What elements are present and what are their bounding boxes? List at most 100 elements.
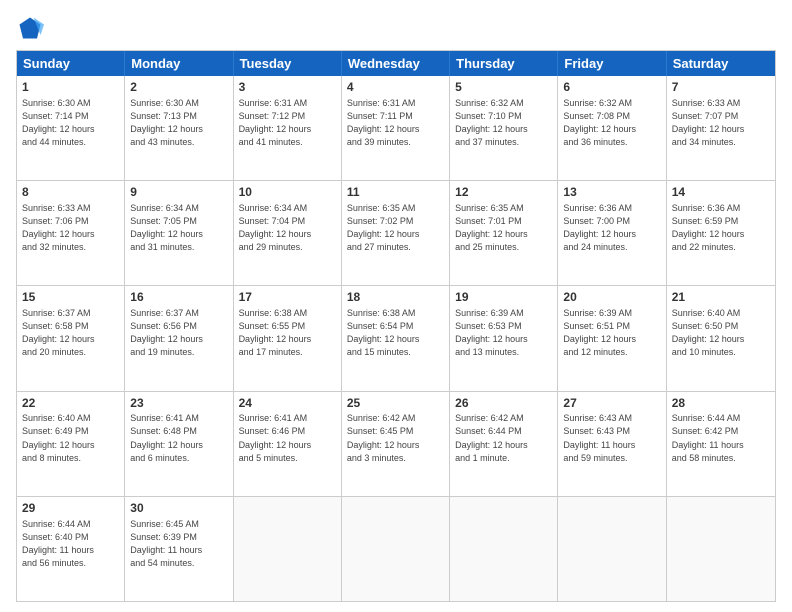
header-day-thursday: Thursday xyxy=(450,51,558,76)
day-8: 8Sunrise: 6:33 AM Sunset: 7:06 PM Daylig… xyxy=(17,181,125,285)
day-5: 5Sunrise: 6:32 AM Sunset: 7:10 PM Daylig… xyxy=(450,76,558,180)
day-number: 24 xyxy=(239,395,336,412)
day-number: 14 xyxy=(672,184,770,201)
day-26: 26Sunrise: 6:42 AM Sunset: 6:44 PM Dayli… xyxy=(450,392,558,496)
header-day-wednesday: Wednesday xyxy=(342,51,450,76)
day-info: Sunrise: 6:44 AM Sunset: 6:40 PM Dayligh… xyxy=(22,518,119,570)
day-number: 8 xyxy=(22,184,119,201)
day-number: 12 xyxy=(455,184,552,201)
day-info: Sunrise: 6:30 AM Sunset: 7:14 PM Dayligh… xyxy=(22,97,119,149)
day-15: 15Sunrise: 6:37 AM Sunset: 6:58 PM Dayli… xyxy=(17,286,125,390)
calendar: SundayMondayTuesdayWednesdayThursdayFrid… xyxy=(16,50,776,602)
empty-cell xyxy=(667,497,775,601)
day-info: Sunrise: 6:31 AM Sunset: 7:11 PM Dayligh… xyxy=(347,97,444,149)
day-number: 18 xyxy=(347,289,444,306)
day-20: 20Sunrise: 6:39 AM Sunset: 6:51 PM Dayli… xyxy=(558,286,666,390)
day-info: Sunrise: 6:34 AM Sunset: 7:05 PM Dayligh… xyxy=(130,202,227,254)
day-number: 13 xyxy=(563,184,660,201)
day-28: 28Sunrise: 6:44 AM Sunset: 6:42 PM Dayli… xyxy=(667,392,775,496)
day-info: Sunrise: 6:42 AM Sunset: 6:44 PM Dayligh… xyxy=(455,412,552,464)
day-info: Sunrise: 6:33 AM Sunset: 7:07 PM Dayligh… xyxy=(672,97,770,149)
day-info: Sunrise: 6:31 AM Sunset: 7:12 PM Dayligh… xyxy=(239,97,336,149)
day-info: Sunrise: 6:36 AM Sunset: 6:59 PM Dayligh… xyxy=(672,202,770,254)
day-2: 2Sunrise: 6:30 AM Sunset: 7:13 PM Daylig… xyxy=(125,76,233,180)
day-info: Sunrise: 6:35 AM Sunset: 7:01 PM Dayligh… xyxy=(455,202,552,254)
day-number: 17 xyxy=(239,289,336,306)
day-number: 6 xyxy=(563,79,660,96)
logo xyxy=(16,14,48,42)
day-info: Sunrise: 6:39 AM Sunset: 6:51 PM Dayligh… xyxy=(563,307,660,359)
day-info: Sunrise: 6:43 AM Sunset: 6:43 PM Dayligh… xyxy=(563,412,660,464)
day-17: 17Sunrise: 6:38 AM Sunset: 6:55 PM Dayli… xyxy=(234,286,342,390)
calendar-week-5: 29Sunrise: 6:44 AM Sunset: 6:40 PM Dayli… xyxy=(17,496,775,601)
day-info: Sunrise: 6:37 AM Sunset: 6:58 PM Dayligh… xyxy=(22,307,119,359)
day-18: 18Sunrise: 6:38 AM Sunset: 6:54 PM Dayli… xyxy=(342,286,450,390)
day-number: 4 xyxy=(347,79,444,96)
day-number: 27 xyxy=(563,395,660,412)
header-day-tuesday: Tuesday xyxy=(234,51,342,76)
day-number: 23 xyxy=(130,395,227,412)
day-number: 19 xyxy=(455,289,552,306)
calendar-week-2: 8Sunrise: 6:33 AM Sunset: 7:06 PM Daylig… xyxy=(17,180,775,285)
day-info: Sunrise: 6:41 AM Sunset: 6:46 PM Dayligh… xyxy=(239,412,336,464)
calendar-header: SundayMondayTuesdayWednesdayThursdayFrid… xyxy=(17,51,775,76)
header-day-monday: Monday xyxy=(125,51,233,76)
day-7: 7Sunrise: 6:33 AM Sunset: 7:07 PM Daylig… xyxy=(667,76,775,180)
day-24: 24Sunrise: 6:41 AM Sunset: 6:46 PM Dayli… xyxy=(234,392,342,496)
day-number: 26 xyxy=(455,395,552,412)
header-day-saturday: Saturday xyxy=(667,51,775,76)
day-info: Sunrise: 6:32 AM Sunset: 7:10 PM Dayligh… xyxy=(455,97,552,149)
day-number: 20 xyxy=(563,289,660,306)
empty-cell xyxy=(342,497,450,601)
day-number: 29 xyxy=(22,500,119,517)
day-10: 10Sunrise: 6:34 AM Sunset: 7:04 PM Dayli… xyxy=(234,181,342,285)
day-number: 25 xyxy=(347,395,444,412)
day-number: 9 xyxy=(130,184,227,201)
day-3: 3Sunrise: 6:31 AM Sunset: 7:12 PM Daylig… xyxy=(234,76,342,180)
day-info: Sunrise: 6:45 AM Sunset: 6:39 PM Dayligh… xyxy=(130,518,227,570)
day-25: 25Sunrise: 6:42 AM Sunset: 6:45 PM Dayli… xyxy=(342,392,450,496)
day-info: Sunrise: 6:30 AM Sunset: 7:13 PM Dayligh… xyxy=(130,97,227,149)
day-info: Sunrise: 6:40 AM Sunset: 6:49 PM Dayligh… xyxy=(22,412,119,464)
calendar-week-3: 15Sunrise: 6:37 AM Sunset: 6:58 PM Dayli… xyxy=(17,285,775,390)
day-info: Sunrise: 6:37 AM Sunset: 6:56 PM Dayligh… xyxy=(130,307,227,359)
day-number: 30 xyxy=(130,500,227,517)
day-number: 21 xyxy=(672,289,770,306)
day-1: 1Sunrise: 6:30 AM Sunset: 7:14 PM Daylig… xyxy=(17,76,125,180)
empty-cell xyxy=(234,497,342,601)
day-9: 9Sunrise: 6:34 AM Sunset: 7:05 PM Daylig… xyxy=(125,181,233,285)
header xyxy=(16,14,776,42)
empty-cell xyxy=(450,497,558,601)
day-info: Sunrise: 6:38 AM Sunset: 6:54 PM Dayligh… xyxy=(347,307,444,359)
day-number: 2 xyxy=(130,79,227,96)
day-info: Sunrise: 6:39 AM Sunset: 6:53 PM Dayligh… xyxy=(455,307,552,359)
empty-cell xyxy=(558,497,666,601)
day-info: Sunrise: 6:32 AM Sunset: 7:08 PM Dayligh… xyxy=(563,97,660,149)
day-number: 10 xyxy=(239,184,336,201)
day-22: 22Sunrise: 6:40 AM Sunset: 6:49 PM Dayli… xyxy=(17,392,125,496)
page: SundayMondayTuesdayWednesdayThursdayFrid… xyxy=(0,0,792,612)
day-12: 12Sunrise: 6:35 AM Sunset: 7:01 PM Dayli… xyxy=(450,181,558,285)
header-day-sunday: Sunday xyxy=(17,51,125,76)
day-info: Sunrise: 6:42 AM Sunset: 6:45 PM Dayligh… xyxy=(347,412,444,464)
day-11: 11Sunrise: 6:35 AM Sunset: 7:02 PM Dayli… xyxy=(342,181,450,285)
day-number: 22 xyxy=(22,395,119,412)
day-4: 4Sunrise: 6:31 AM Sunset: 7:11 PM Daylig… xyxy=(342,76,450,180)
day-30: 30Sunrise: 6:45 AM Sunset: 6:39 PM Dayli… xyxy=(125,497,233,601)
day-number: 7 xyxy=(672,79,770,96)
day-27: 27Sunrise: 6:43 AM Sunset: 6:43 PM Dayli… xyxy=(558,392,666,496)
day-13: 13Sunrise: 6:36 AM Sunset: 7:00 PM Dayli… xyxy=(558,181,666,285)
logo-icon xyxy=(16,14,44,42)
day-21: 21Sunrise: 6:40 AM Sunset: 6:50 PM Dayli… xyxy=(667,286,775,390)
day-number: 1 xyxy=(22,79,119,96)
day-info: Sunrise: 6:33 AM Sunset: 7:06 PM Dayligh… xyxy=(22,202,119,254)
calendar-week-1: 1Sunrise: 6:30 AM Sunset: 7:14 PM Daylig… xyxy=(17,76,775,180)
day-number: 5 xyxy=(455,79,552,96)
day-number: 15 xyxy=(22,289,119,306)
day-info: Sunrise: 6:40 AM Sunset: 6:50 PM Dayligh… xyxy=(672,307,770,359)
day-number: 28 xyxy=(672,395,770,412)
day-info: Sunrise: 6:36 AM Sunset: 7:00 PM Dayligh… xyxy=(563,202,660,254)
day-number: 11 xyxy=(347,184,444,201)
day-info: Sunrise: 6:38 AM Sunset: 6:55 PM Dayligh… xyxy=(239,307,336,359)
day-29: 29Sunrise: 6:44 AM Sunset: 6:40 PM Dayli… xyxy=(17,497,125,601)
